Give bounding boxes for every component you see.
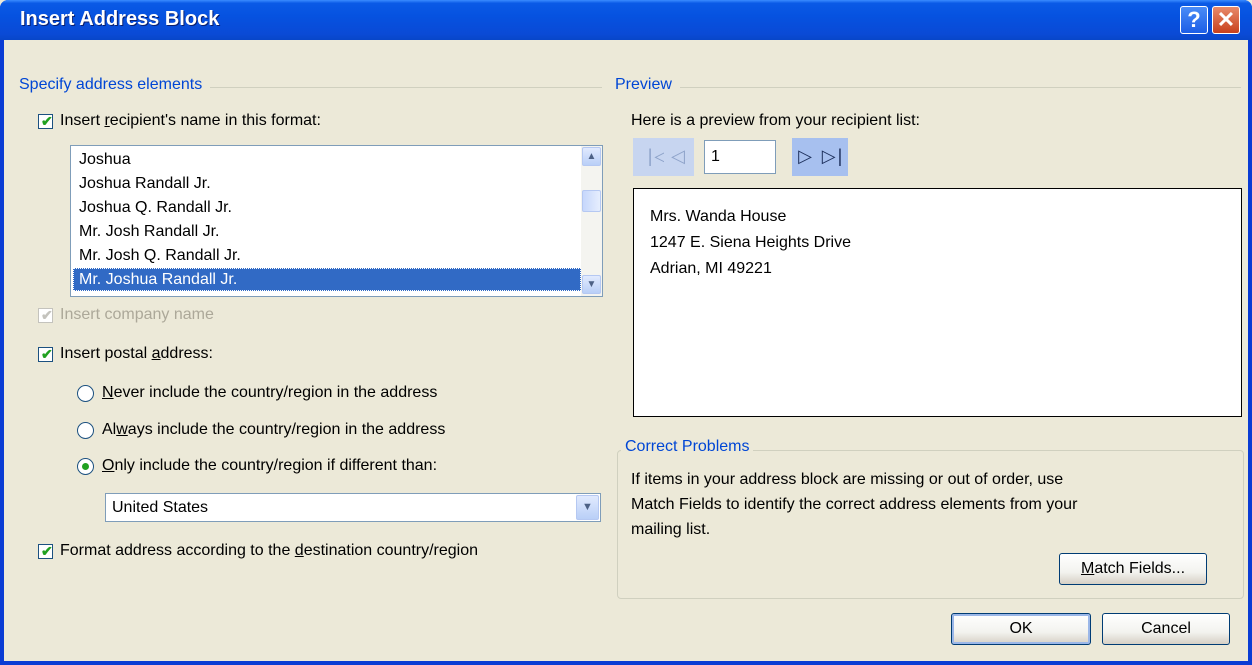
chevron-down-icon[interactable]: ▼ <box>576 495 599 520</box>
last-record-icon: ▷| <box>821 146 845 166</box>
address-preview: Mrs. Wanda House 1247 E. Siena Heights D… <box>633 188 1242 417</box>
list-item[interactable]: Joshua <box>73 148 581 171</box>
radio-never-label[interactable]: Never include the country/region in the … <box>102 384 437 402</box>
help-icon[interactable]: ? <box>1180 6 1208 34</box>
scroll-up-icon[interactable]: ▲ <box>582 147 601 166</box>
list-item-selected[interactable]: Mr. Joshua Randall Jr. <box>73 268 581 291</box>
radio-always-label[interactable]: Always include the country/region in the… <box>102 421 445 439</box>
radio-never-country[interactable] <box>77 385 94 402</box>
next-record-button[interactable]: ▷ <box>792 138 820 176</box>
last-record-button[interactable]: ▷| <box>818 138 848 176</box>
scroll-down-icon[interactable]: ▼ <box>582 275 601 294</box>
ok-button[interactable]: OK <box>951 613 1091 645</box>
list-item[interactable]: Joshua Randall Jr. <box>73 172 581 195</box>
dialog-body: Specify address elements ✔ Insert recipi… <box>4 40 1248 661</box>
cancel-button[interactable]: Cancel <box>1102 613 1230 645</box>
preview-separator <box>615 87 1241 88</box>
radio-always-country[interactable] <box>77 422 94 439</box>
country-select[interactable]: United States ▼ <box>105 493 601 522</box>
company-name-checkbox[interactable]: ✔ <box>38 307 53 323</box>
preview-heading: Preview <box>615 76 680 94</box>
postal-address-checkbox[interactable]: ✔ <box>38 346 53 362</box>
recipient-name-label[interactable]: Insert recipient's name in this format: <box>60 112 321 130</box>
record-number-input[interactable]: 1 <box>704 140 776 174</box>
list-scrollbar[interactable]: ▲ ▼ <box>581 146 602 296</box>
dialog-title: Insert Address Block <box>20 8 220 30</box>
radio-only-different[interactable] <box>77 458 94 475</box>
title-bar[interactable]: Insert Address Block ? ✕ <box>0 0 1252 40</box>
specify-heading: Specify address elements <box>19 76 211 94</box>
next-record-icon: ▷ <box>798 146 814 166</box>
correct-problems-heading: Correct Problems <box>621 438 754 456</box>
name-format-list[interactable]: Joshua Joshua Randall Jr. Joshua Q. Rand… <box>70 145 603 297</box>
checkmark-icon: ✔ <box>41 346 53 362</box>
list-item[interactable]: Joshua Q. Randall Jr. <box>73 196 581 219</box>
address-line: Mrs. Wanda House <box>650 208 787 225</box>
dialog-window: Insert Address Block ? ✕ Specify address… <box>0 0 1252 665</box>
correct-problems-text: If items in your address block are missi… <box>631 471 1064 488</box>
format-address-checkbox[interactable]: ✔ <box>38 543 53 559</box>
radio-selected-dot <box>82 463 89 470</box>
radio-only-label[interactable]: Only include the country/region if diffe… <box>102 457 437 475</box>
close-icon[interactable]: ✕ <box>1212 6 1240 34</box>
list-item[interactable]: Mr. Josh Randall Jr. <box>73 220 581 243</box>
match-fields-button[interactable]: Match Fields... <box>1059 553 1207 585</box>
preview-intro: Here is a preview from your recipient li… <box>631 112 920 129</box>
recipient-name-checkbox[interactable]: ✔ <box>38 113 53 129</box>
checkmark-icon: ✔ <box>41 113 53 129</box>
address-line: Adrian, MI 49221 <box>650 260 772 277</box>
previous-record-button[interactable]: ◁ <box>664 138 694 176</box>
country-value: United States <box>112 499 209 516</box>
format-address-label[interactable]: Format address according to the destinat… <box>60 542 478 560</box>
previous-record-icon: ◁ <box>671 146 687 166</box>
correct-problems-text: mailing list. <box>631 521 711 538</box>
address-line: 1247 E. Siena Heights Drive <box>650 234 851 251</box>
checkmark-icon: ✔ <box>41 307 53 323</box>
correct-problems-text: Match Fields to identify the correct add… <box>631 496 1078 513</box>
scroll-thumb[interactable] <box>582 190 601 212</box>
list-item[interactable]: Mr. Josh Q. Randall Jr. <box>73 244 581 267</box>
checkmark-icon: ✔ <box>41 543 53 559</box>
company-name-label: Insert company name <box>60 306 214 323</box>
postal-address-label[interactable]: Insert postal address: <box>60 345 213 363</box>
